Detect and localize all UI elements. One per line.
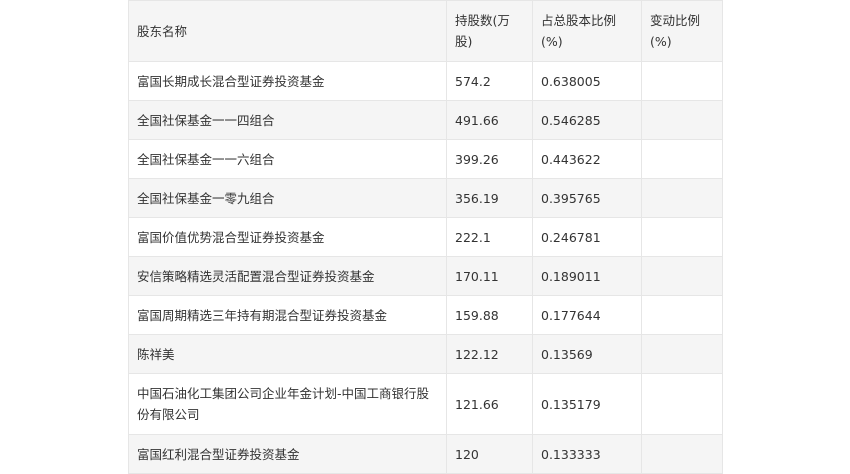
table-row: 全国社保基金一一四组合 491.66 0.546285 [128, 100, 723, 140]
cell-ratio: 0.13569 [532, 334, 642, 374]
table-header-row: 股东名称 持股数(万股) 占总股本比例(%) 变动比例(%) [128, 0, 723, 62]
cell-ratio: 0.246781 [532, 217, 642, 257]
cell-holder-name: 富国长期成长混合型证券投资基金 [128, 61, 447, 101]
cell-change [641, 373, 723, 435]
cell-change [641, 434, 723, 474]
cell-holder-name: 富国红利混合型证券投资基金 [128, 434, 447, 474]
cell-shares: 574.2 [446, 61, 533, 101]
table-row: 中国石油化工集团公司企业年金计划-中国工商银行股份有限公司 121.66 0.1… [128, 373, 723, 435]
cell-holder-name: 陈祥美 [128, 334, 447, 374]
table-row: 安信策略精选灵活配置混合型证券投资基金 170.11 0.189011 [128, 256, 723, 296]
cell-shares: 159.88 [446, 295, 533, 335]
table-row: 富国价值优势混合型证券投资基金 222.1 0.246781 [128, 217, 723, 257]
table-row: 全国社保基金一零九组合 356.19 0.395765 [128, 178, 723, 218]
cell-ratio: 0.189011 [532, 256, 642, 296]
header-ratio: 占总股本比例(%) [532, 0, 642, 62]
cell-change [641, 61, 723, 101]
cell-holder-name: 中国石油化工集团公司企业年金计划-中国工商银行股份有限公司 [128, 373, 447, 435]
cell-change [641, 295, 723, 335]
table-row: 全国社保基金一一六组合 399.26 0.443622 [128, 139, 723, 179]
table-row: 富国红利混合型证券投资基金 120 0.133333 [128, 434, 723, 474]
table-row: 富国周期精选三年持有期混合型证券投资基金 159.88 0.177644 [128, 295, 723, 335]
cell-shares: 121.66 [446, 373, 533, 435]
cell-holder-name: 富国价值优势混合型证券投资基金 [128, 217, 447, 257]
table-row: 富国长期成长混合型证券投资基金 574.2 0.638005 [128, 61, 723, 101]
header-change: 变动比例(%) [641, 0, 723, 62]
cell-holder-name: 安信策略精选灵活配置混合型证券投资基金 [128, 256, 447, 296]
cell-ratio: 0.443622 [532, 139, 642, 179]
table-row: 陈祥美 122.12 0.13569 [128, 334, 723, 374]
cell-holder-name: 全国社保基金一一四组合 [128, 100, 447, 140]
cell-shares: 120 [446, 434, 533, 474]
cell-change [641, 217, 723, 257]
cell-shares: 491.66 [446, 100, 533, 140]
cell-change [641, 256, 723, 296]
cell-ratio: 0.546285 [532, 100, 642, 140]
cell-ratio: 0.638005 [532, 61, 642, 101]
cell-holder-name: 富国周期精选三年持有期混合型证券投资基金 [128, 295, 447, 335]
cell-shares: 356.19 [446, 178, 533, 218]
cell-ratio: 0.135179 [532, 373, 642, 435]
cell-holder-name: 全国社保基金一一六组合 [128, 139, 447, 179]
cell-ratio: 0.177644 [532, 295, 642, 335]
cell-change [641, 334, 723, 374]
shareholders-table: 股东名称 持股数(万股) 占总股本比例(%) 变动比例(%) 富国长期成长混合型… [128, 0, 723, 474]
cell-change [641, 139, 723, 179]
cell-shares: 170.11 [446, 256, 533, 296]
cell-shares: 122.12 [446, 334, 533, 374]
header-shares: 持股数(万股) [446, 0, 533, 62]
cell-shares: 399.26 [446, 139, 533, 179]
cell-ratio: 0.133333 [532, 434, 642, 474]
cell-ratio: 0.395765 [532, 178, 642, 218]
cell-change [641, 100, 723, 140]
header-holder-name: 股东名称 [128, 0, 447, 62]
cell-holder-name: 全国社保基金一零九组合 [128, 178, 447, 218]
cell-change [641, 178, 723, 218]
cell-shares: 222.1 [446, 217, 533, 257]
